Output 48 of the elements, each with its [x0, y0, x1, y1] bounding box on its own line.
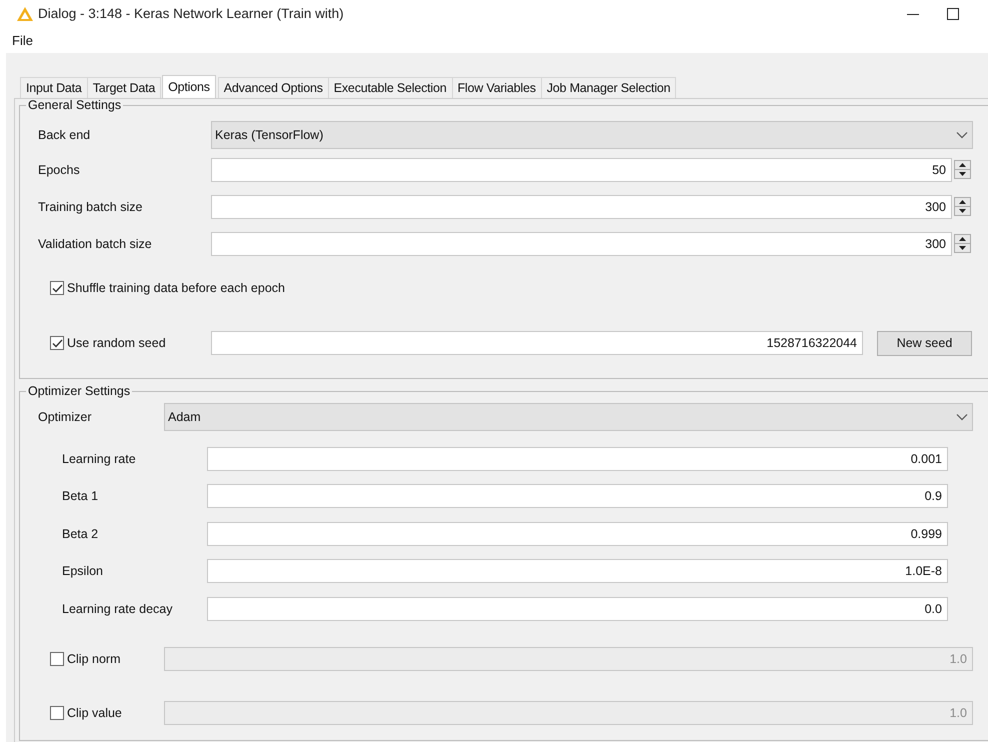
number-field: 1.0 [164, 646, 973, 670]
number-field[interactable]: 0.001 [207, 446, 948, 471]
field-label: Learning rate decay [61, 602, 174, 616]
check-icon [52, 284, 62, 292]
tab[interactable]: Input Data [20, 77, 88, 98]
group-title: Optimizer Settings [27, 385, 132, 397]
dropdown[interactable]: Keras (TensorFlow) [211, 121, 973, 149]
number-field[interactable]: 0.999 [207, 522, 948, 546]
checkbox[interactable] [50, 336, 64, 350]
spinner-icon[interactable] [954, 197, 971, 216]
tab[interactable]: Job Manager Selection [540, 77, 676, 98]
checkbox-label: Use random seed [67, 336, 166, 350]
warning-triangle-icon [16, 6, 34, 22]
maximize-icon[interactable] [946, 6, 960, 20]
seed-field[interactable]: 1528716322044 [211, 331, 863, 355]
tab[interactable]: Options [162, 75, 216, 98]
tab[interactable]: Target Data [86, 77, 162, 98]
window-title: Dialog - 3:148 - Keras Network Learner (Train with) [38, 6, 344, 21]
field-label: Training batch size [38, 200, 144, 214]
checkbox-label: Shuffle training data before each epoch [67, 281, 285, 295]
checkbox-label: Clip value [67, 706, 122, 720]
number-field[interactable]: 1.0E-8 [207, 559, 948, 584]
number-field: 1.0 [164, 700, 973, 724]
field-label: Back end [38, 128, 92, 142]
checkbox[interactable] [50, 281, 64, 295]
spinner-icon[interactable] [954, 160, 971, 179]
field-label: Learning rate [61, 452, 137, 466]
field-label: Beta 2 [61, 526, 100, 541]
field-label: Optimizer [38, 410, 92, 424]
number-field[interactable]: 300 [211, 232, 952, 256]
field-label: Epsilon [61, 564, 104, 578]
tab[interactable]: Advanced Options [218, 77, 329, 98]
field-label: Validation batch size [38, 236, 153, 250]
check-icon [52, 338, 62, 348]
number-field[interactable]: 300 [211, 194, 952, 218]
field-label: Beta 1 [61, 489, 100, 504]
new-seed-button[interactable]: New seed [877, 330, 972, 356]
spinner-icon[interactable] [954, 234, 971, 253]
chevron-down-icon [956, 413, 968, 421]
menu-item[interactable]: File [12, 32, 33, 48]
number-field[interactable]: 50 [211, 158, 952, 182]
chevron-down-icon [956, 131, 968, 139]
dropdown[interactable]: Adam [164, 403, 973, 431]
number-field[interactable]: 0.0 [207, 596, 948, 621]
field-label: Epochs [38, 162, 81, 176]
group-title: General Settings [27, 99, 122, 111]
checkbox-label: Clip norm [67, 652, 120, 666]
number-field[interactable]: 0.9 [207, 484, 948, 508]
